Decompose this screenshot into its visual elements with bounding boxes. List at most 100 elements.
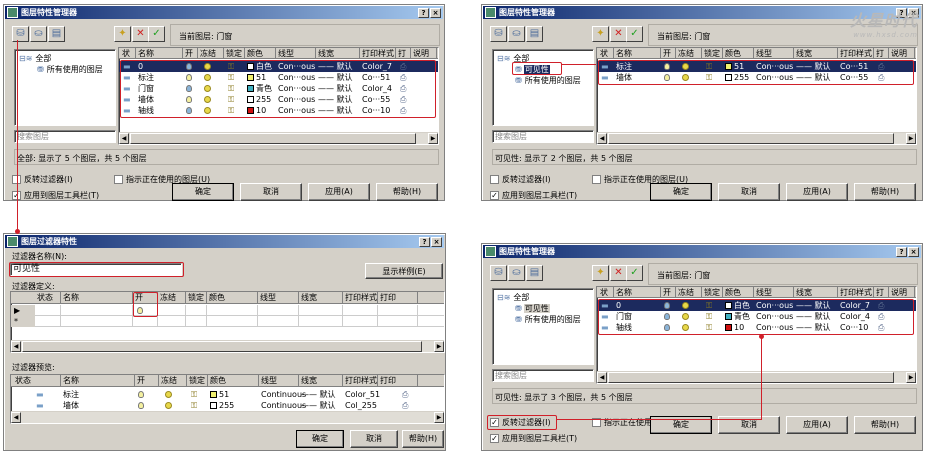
- close-icon[interactable]: ×: [908, 247, 919, 257]
- column-header[interactable]: 状: [120, 48, 136, 59]
- ok-button[interactable]: 确定: [650, 183, 712, 201]
- set-current-icon[interactable]: ✓: [148, 26, 165, 42]
- tree-item[interactable]: ⛃ 可见性: [512, 62, 562, 75]
- printer-icon[interactable]: ⎙: [402, 389, 442, 400]
- scroll-left-button[interactable]: ◀: [11, 412, 21, 423]
- layer-states-manager-icon[interactable]: ▤: [48, 26, 65, 42]
- lineweight[interactable]: —— 默认: [301, 400, 345, 411]
- column-header[interactable]: 颜色: [723, 48, 754, 59]
- scroll-right-button[interactable]: ▶: [434, 412, 444, 423]
- scroll-left-button[interactable]: ◀: [119, 133, 129, 144]
- color-cell[interactable]: 51: [210, 389, 261, 400]
- tree-item[interactable]: ⛃ 所有使用的图层: [515, 75, 582, 86]
- column-header[interactable]: 冻结: [676, 287, 702, 298]
- column-header[interactable]: 锁定: [702, 287, 723, 298]
- set-current-icon[interactable]: ✓: [626, 265, 643, 281]
- show-example-button[interactable]: 显示样例(E): [365, 263, 443, 279]
- layer-list-table[interactable]: 状名称开冻结 锁定 颜色 线型 线宽 打印样式打说明 ▬ 0 ⚿ 白色 Con···ous —— 默认…: [596, 286, 917, 384]
- definition-cell[interactable]: [133, 316, 158, 327]
- definition-cell[interactable]: [343, 305, 378, 316]
- column-header[interactable]: 说明: [411, 48, 437, 59]
- definition-cell[interactable]: [186, 305, 207, 316]
- column-header[interactable]: 打: [874, 48, 889, 59]
- checkbox-box[interactable]: [114, 175, 123, 184]
- checkbox-box[interactable]: ✓: [490, 434, 499, 443]
- tree-item[interactable]: ⛃ 可见性: [515, 303, 550, 314]
- apply-button[interactable]: 应用(A): [786, 416, 848, 434]
- horizontal-scrollbar[interactable]: ◀ ▶: [119, 132, 438, 144]
- scrollbar-thumb[interactable]: [22, 341, 422, 352]
- definition-cell[interactable]: [378, 316, 418, 327]
- definition-cell[interactable]: [258, 305, 299, 316]
- ok-button[interactable]: 确定: [296, 430, 344, 448]
- scroll-left-button[interactable]: ◀: [11, 341, 21, 352]
- tree-item[interactable]: ⛃ 所有使用的图层: [515, 314, 582, 325]
- scrollbar-thumb[interactable]: [130, 133, 416, 144]
- tree-item[interactable]: ⊟≋ 全部: [19, 53, 52, 64]
- freeze-sun-icon[interactable]: [165, 400, 193, 411]
- apply-button[interactable]: 应用(A): [786, 183, 848, 201]
- help-icon[interactable]: ?: [419, 237, 430, 247]
- definition-row[interactable]: ▶: [11, 292, 444, 317]
- printer-icon[interactable]: ⎙: [402, 400, 442, 411]
- search-layer-input[interactable]: 搜索图层: [14, 130, 116, 143]
- definition-cell[interactable]: [158, 316, 186, 327]
- help-button[interactable]: 帮助(H): [402, 430, 444, 448]
- new-group-filter-icon[interactable]: ⛀: [508, 26, 525, 42]
- horizontal-scrollbar[interactable]: ◀ ▶: [11, 340, 444, 352]
- help-icon[interactable]: ?: [418, 8, 429, 18]
- scrollbar-thumb[interactable]: [608, 372, 894, 383]
- delete-layer-icon[interactable]: ✕: [610, 265, 627, 281]
- search-layer-input[interactable]: 搜索图层: [492, 369, 594, 382]
- definition-cell[interactable]: [158, 305, 186, 316]
- layer-name[interactable]: 墙体: [63, 400, 137, 411]
- column-header[interactable]: 打: [396, 48, 411, 59]
- checkbox-apply-to-toolbar[interactable]: ✓应用到图层工具栏(T): [12, 191, 99, 201]
- delete-layer-icon[interactable]: ✕: [132, 26, 149, 42]
- search-layer-input[interactable]: 搜索图层: [492, 130, 594, 143]
- column-header[interactable]: 说明: [889, 287, 915, 298]
- column-header[interactable]: 颜色: [245, 48, 276, 59]
- column-header[interactable]: 开: [183, 48, 198, 59]
- checkbox-box[interactable]: ✓: [490, 191, 499, 200]
- scrollbar-thumb[interactable]: [608, 133, 894, 144]
- new-group-filter-icon[interactable]: ⛀: [30, 26, 47, 42]
- cancel-button[interactable]: 取消: [718, 183, 780, 201]
- column-header[interactable]: 线型: [276, 48, 316, 59]
- checkbox-box[interactable]: [490, 175, 499, 184]
- apply-button[interactable]: 应用(A): [308, 183, 370, 201]
- horizontal-scrollbar[interactable]: ◀ ▶: [597, 132, 916, 144]
- ok-button[interactable]: 确定: [172, 183, 234, 201]
- color-cell[interactable]: 255: [210, 400, 261, 411]
- column-header[interactable]: 线型: [754, 48, 794, 59]
- filter-tree[interactable]: ⊟≋ 全部 ⛃ 所有使用的图层: [14, 49, 116, 126]
- checkbox-invert-filter[interactable]: 反转过滤器(I): [490, 175, 551, 185]
- new-property-filter-icon[interactable]: ⛁: [12, 26, 29, 42]
- definition-cell[interactable]: [299, 305, 343, 316]
- column-header[interactable]: 颜色: [723, 287, 754, 298]
- definition-cell[interactable]: [186, 316, 207, 327]
- scroll-left-button[interactable]: ◀: [597, 372, 607, 383]
- scroll-right-button[interactable]: ▶: [906, 133, 916, 144]
- tree-item[interactable]: ⛃ 所有使用的图层: [37, 64, 104, 75]
- column-header[interactable]: 打印样式: [360, 48, 396, 59]
- scroll-right-button[interactable]: ▶: [434, 341, 444, 352]
- column-header[interactable]: 打印样式: [838, 287, 874, 298]
- tree-item[interactable]: ⊟≋ 全部: [497, 292, 530, 303]
- close-icon[interactable]: ×: [430, 8, 441, 18]
- filter-tree[interactable]: ⊟≋ 全部 ⛃ 可见性 ⛃ 所有使用的图层: [492, 288, 594, 365]
- checkbox-box[interactable]: [592, 175, 601, 184]
- column-header[interactable]: 说明: [889, 48, 915, 59]
- help-icon[interactable]: ?: [896, 247, 907, 257]
- layer-states-manager-icon[interactable]: ▤: [526, 265, 543, 281]
- help-button[interactable]: 帮助(H): [854, 416, 916, 434]
- new-layer-icon[interactable]: ✦: [114, 26, 131, 42]
- layer-states-manager-icon[interactable]: ▤: [526, 26, 543, 42]
- definition-cell[interactable]: [299, 316, 343, 327]
- definition-cell[interactable]: [258, 316, 299, 327]
- column-header[interactable]: 冻结: [676, 48, 702, 59]
- column-header[interactable]: 线宽: [794, 287, 838, 298]
- column-header[interactable]: 开: [661, 48, 676, 59]
- scroll-right-button[interactable]: ▶: [906, 372, 916, 383]
- layer-list-table[interactable]: 状名称开冻结 锁定 颜色 线型 线宽 打印样式打说明 ▬ 0 ⚿ 白色 Con···ous —— 默认…: [118, 47, 439, 145]
